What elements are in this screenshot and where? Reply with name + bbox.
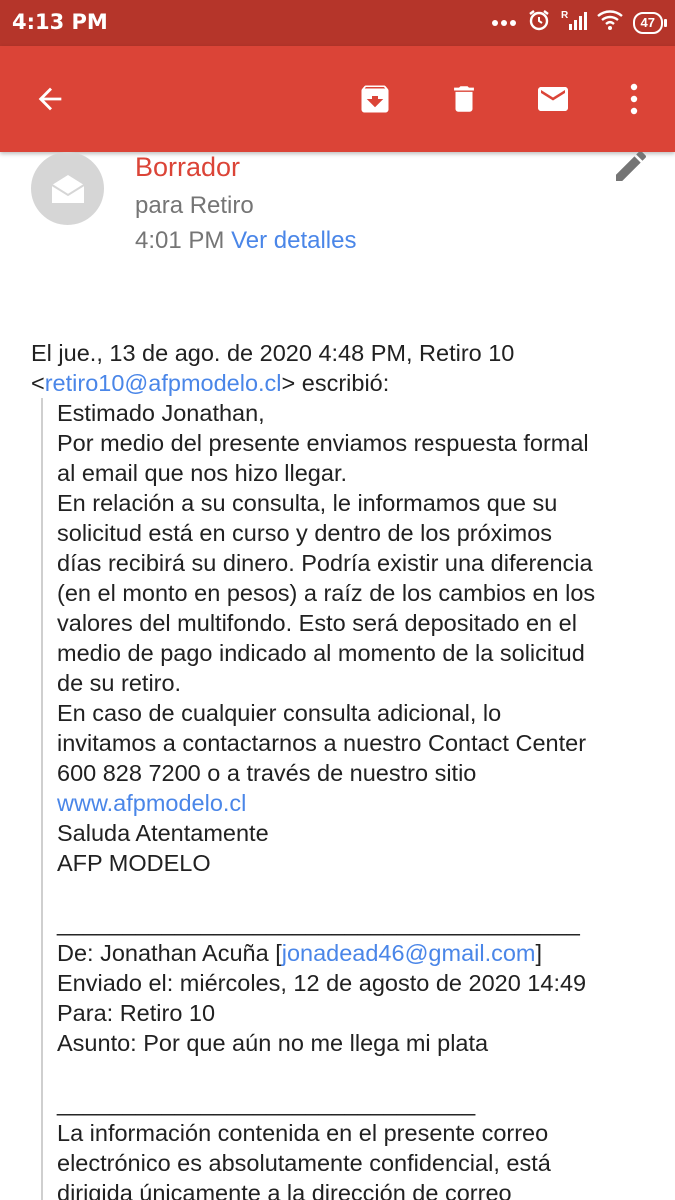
website-link[interactable]: www.afpmodelo.cl [57,788,661,818]
quote-line: solicitud está en curso y dentro de los … [57,520,553,546]
signoff-line: Saluda Atentamente [57,820,269,846]
quote-line: En caso de cualquier consulta adicional,… [57,700,502,726]
quote-line: valores del multifondo. Esto será deposi… [57,610,577,636]
quote-line: de su retiro. [57,670,182,696]
view-details-link[interactable]: Ver detalles [231,227,356,254]
mail-icon[interactable] [533,79,573,119]
quote-header-rest: > escribió: [281,370,390,396]
from-line: De: Jonathan Acuña [jonadead46@gmail.com… [57,938,661,968]
message-body: El jue., 13 de ago. de 2020 4:48 PM, Ret… [31,338,661,1200]
more-vert-icon[interactable] [614,79,654,119]
from-prefix: De: Jonathan Acuña [ [57,940,282,966]
quote-line: Estimado Jonathan, [57,400,265,426]
separator-line: ________________________________________ [57,910,580,936]
quote-line: medio de pago indicado al momento de la … [57,640,585,666]
message-time-line: 4:01 PM Ver detalles [135,227,356,255]
quoted-message: Estimado Jonathan, Por medio del present… [41,398,661,1200]
sent-line: Enviado el: miércoles, 12 de agosto de 2… [57,970,587,996]
more-notifications-icon [491,14,517,32]
quote-line: al email que nos hizo llegar. [57,460,348,486]
quote-line: días recibirá su dinero. Podría existir … [57,550,593,576]
signal-icon: R [561,9,587,36]
svg-text:R: R [561,10,569,21]
draft-label: Borrador [135,152,241,182]
quote-line: (en el monto en pesos) a raíz de los cam… [57,580,596,606]
arrow-back-icon[interactable] [30,79,70,119]
quote-header-lt: < [31,370,45,396]
quote-line: En relación a su consulta, le informamos… [57,490,558,516]
message-view: Borrador para Retiro 4:01 PM Ver detalle… [0,152,675,1200]
quote-line: Por medio del presente enviamos respuest… [57,430,589,456]
disclaimer-line: dirigida únicamente a la dirección de co… [57,1180,512,1200]
avatar [31,152,104,225]
status-bar: 4:13 PM R 47 [0,0,675,46]
separator-line: ________________________________ [57,1090,476,1116]
sender-email-link[interactable]: retiro10@afpmodelo.cl [45,370,282,396]
recipient-line: para Retiro [135,192,254,219]
quote-line: invitamos a contactarnos a nuestro Conta… [57,730,587,756]
disclaimer-line: La información contenida en el presente … [57,1120,549,1146]
quote-line: 600 828 7200 o a través de nuestro sitio [57,760,477,786]
app-toolbar [0,46,675,152]
battery-indicator: 47 [632,11,668,34]
to-line: Para: Retiro 10 [57,1000,216,1026]
signoff-company: AFP MODELO [57,850,211,876]
status-time: 4:13 PM [12,10,108,34]
quote-header-email-line: <retiro10@afpmodelo.cl> escribió: [31,368,661,398]
delete-icon[interactable] [444,79,484,119]
status-icons: R 47 [491,8,668,37]
from-email-link[interactable]: jonadead46@gmail.com [282,940,536,966]
quote-header-line: El jue., 13 de ago. de 2020 4:48 PM, Ret… [31,340,515,366]
edit-draft-icon[interactable] [611,152,651,186]
alarm-icon [527,8,551,37]
subject-line: Asunto: Por que aún no me llega mi plata [57,1030,489,1056]
from-suffix: ] [535,940,543,966]
message-time: 4:01 PM [135,227,225,254]
disclaimer-line: electrónico es absolutamente confidencia… [57,1150,551,1176]
wifi-icon [596,9,623,36]
archive-icon[interactable] [355,79,395,119]
